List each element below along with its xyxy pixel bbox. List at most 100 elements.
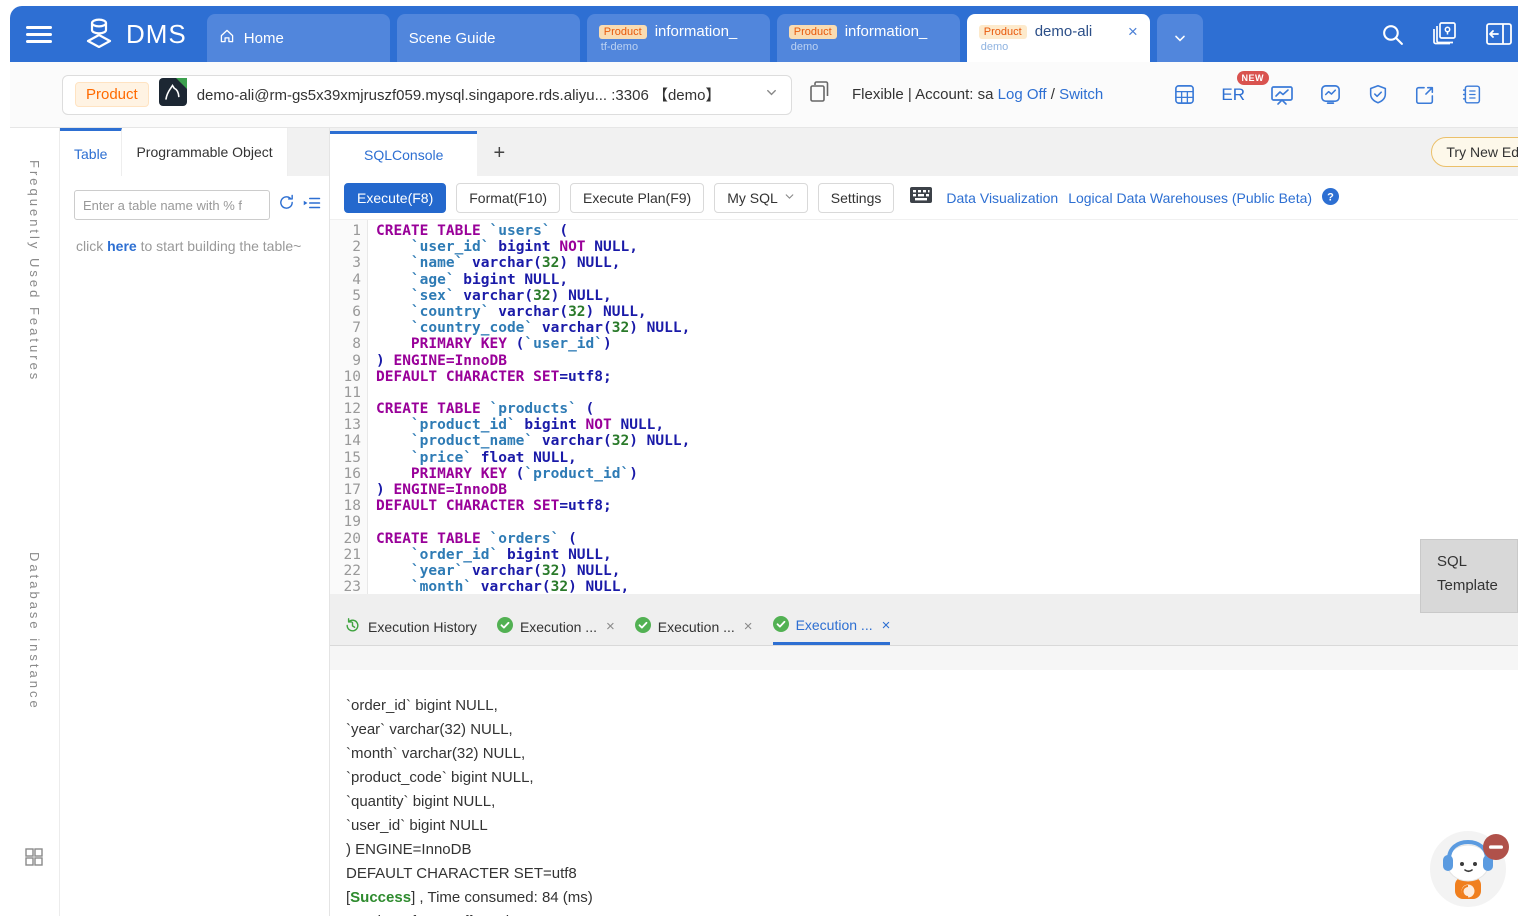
execute-plan-button[interactable]: Execute Plan(F9) [570,183,704,213]
tab-home-label: Home [244,30,284,47]
log-off-link[interactable]: Log Off [998,86,1047,103]
switch-link[interactable]: Switch [1059,86,1103,103]
execute-button[interactable]: Execute(F8) [344,183,446,213]
success-check-icon [497,617,513,636]
close-icon[interactable]: × [744,618,753,635]
results-panel-divider [330,594,1518,608]
tab-information-demo[interactable]: Product information_ demo [777,14,960,62]
export-icon[interactable] [1414,84,1436,106]
table-search-input[interactable] [74,190,270,220]
connection-bar-icons: ER NEW [1173,83,1482,107]
close-tab-icon[interactable]: × [1128,23,1138,40]
tab-demo-ali-active[interactable]: Product demo-ali × demo [967,14,1150,62]
mysql-logo-icon [159,78,187,111]
session-windows-icon[interactable] [1431,21,1459,47]
brand: DMS [82,16,187,53]
logical-data-warehouses-link[interactable]: Logical Data Warehouses (Public Beta) [1068,190,1312,206]
try-new-editor-button[interactable]: Try New Ed [1431,137,1518,167]
execution-history-label: Execution History [368,619,477,635]
tab-table[interactable]: Table [60,128,122,176]
result-line: `year` varchar(32) NULL, [346,718,1518,742]
result-line: `product_code` bigint NULL, [346,766,1518,790]
dock-panel-icon[interactable] [1485,22,1512,46]
tab-sublabel: demo [979,41,1009,53]
instance-selector[interactable]: Product demo-ali@rm-gs5x39xmjruszf059.my… [62,75,792,115]
sql-template-label: SQL [1437,550,1517,574]
tab-label: information_ [845,23,928,40]
refresh-icon[interactable] [278,194,295,216]
data-visualization-link[interactable]: Data Visualization [946,190,1058,206]
result-line: DEFAULT CHARACTER SET=utf8 [346,862,1518,886]
dms-logo-icon [82,16,116,53]
build-table-hint: click here to start building the table~ [60,220,329,258]
table-search-row [60,176,329,220]
main-area: Frequently Used Features Database instan… [10,128,1518,916]
top-tabs: Home Scene Guide Product information_ tf… [207,6,1203,62]
collapse-list-icon[interactable] [303,195,321,216]
dashboard-chart-icon[interactable] [1270,83,1294,107]
execution-result-tab-1[interactable]: Execution ... × [497,608,615,645]
tab-programmable-object[interactable]: Programmable Object [122,128,287,176]
help-icon[interactable]: ? [1322,188,1339,208]
tab-label: demo-ali [1035,23,1093,40]
my-sql-dropdown[interactable]: My SQL [714,183,808,213]
dms-window: DMS Home Scene Guide Product information… [10,6,1518,916]
add-console-tab-button[interactable]: + [477,131,521,176]
execution-result-tab-2[interactable]: Execution ... × [635,608,753,645]
execution-result-tab-3-active[interactable]: Execution ... × [773,608,891,645]
history-icon [344,617,361,637]
assistant-robot-button[interactable] [1428,825,1514,914]
metrics-icon[interactable] [1319,83,1342,106]
success-check-icon [635,617,651,636]
selector-chevron-icon [764,85,779,105]
keyboard-shortcuts-icon[interactable] [910,187,932,208]
home-icon [219,28,235,48]
results-gap [330,646,1518,670]
tab-home[interactable]: Home [207,14,390,62]
close-icon[interactable]: × [882,617,891,634]
rail-database-instance[interactable]: Database instance [27,552,42,711]
execution-result-output: `order_id` bigint NULL, `year` varchar(3… [330,670,1518,916]
product-badge: Product [789,25,837,39]
left-rail: Frequently Used Features Database instan… [10,128,60,916]
tab-list-chevron-button[interactable] [1157,14,1203,62]
format-button[interactable]: Format(F10) [456,183,560,213]
top-bar-icons [1380,21,1518,47]
security-shield-icon[interactable] [1367,83,1389,106]
rail-frequently-used-features[interactable]: Frequently Used Features [27,160,42,382]
search-icon[interactable] [1380,22,1405,47]
execution-tab-label: Execution ... [520,619,597,635]
build-table-here-link[interactable]: here [107,238,137,254]
result-success-line: [Success] , Time consumed: 84 (ms) [346,886,1518,910]
sql-template-button[interactable]: SQL Template [1420,539,1518,613]
success-status: Success [350,889,411,906]
new-badge: NEW [1237,71,1270,85]
hamburger-menu-icon[interactable] [26,22,52,47]
execution-tabs: Execution History Execution ... × Execut… [330,608,1518,646]
sql-editor-lines[interactable]: CREATE TABLE `users` ( `user_id` bigint … [368,220,1518,594]
product-badge: Product [599,25,647,39]
close-icon[interactable]: × [606,618,615,635]
execution-history-button[interactable]: Execution History [344,608,477,645]
slash: / [1051,86,1055,103]
tab-sqlconsole[interactable]: SQLConsole [330,131,477,176]
tab-scene-guide[interactable]: Scene Guide [397,14,580,62]
console-tab-row: SQLConsole + Try New Ed [330,128,1518,176]
my-sql-label: My SQL [727,190,778,206]
object-panel-tabs: Table Programmable Object [60,128,329,176]
top-bar: DMS Home Scene Guide Product information… [10,6,1518,62]
connection-string: demo-ali@rm-gs5x39xmjruszf059.mysql.sing… [197,84,754,105]
tab-information-tf-demo[interactable]: Product information_ tf-demo [587,14,770,62]
object-panel: Table Programmable Object [60,128,330,916]
result-line: `month` varchar(32) NULL, [346,742,1518,766]
er-diagram-button[interactable]: ER NEW [1221,85,1245,105]
data-dictionary-icon[interactable] [1173,83,1196,106]
sql-editor[interactable]: 1234567891011121314151617181920212223 CR… [330,220,1518,594]
success-check-icon [773,616,789,635]
tab-sublabel: tf-demo [599,41,638,53]
apps-grid-icon[interactable] [24,847,44,872]
brand-name: DMS [126,19,187,50]
settings-button[interactable]: Settings [818,183,895,213]
audit-log-icon[interactable] [1461,83,1482,106]
copy-connection-icon[interactable] [808,80,830,109]
